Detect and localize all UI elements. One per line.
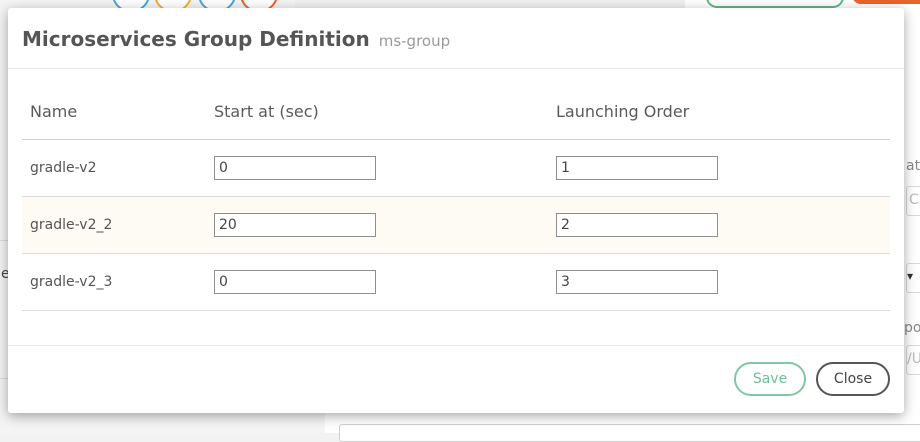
background-dropdown[interactable]: ▾ (906, 263, 920, 293)
column-header-start-at: Start at (sec) (214, 102, 319, 121)
background-user-field[interactable]: /Us (906, 345, 920, 375)
microservice-name: gradle-v2 (30, 160, 97, 176)
chevron-down-icon: ▾ (907, 269, 914, 283)
table-row: gradle-v2 (22, 140, 890, 197)
launching-order-input[interactable] (556, 213, 718, 237)
microservices-group-dialog: Microservices Group Definition ms-group … (8, 8, 904, 413)
column-header-launching-order: Launching Order (556, 102, 690, 121)
microservice-name: gradle-v2_3 (30, 274, 113, 290)
table-row: gradle-v2_2 (22, 197, 890, 254)
table-header: Name Start at (sec) Launching Order (22, 82, 890, 140)
background-label-at: at (906, 158, 920, 174)
background-path-field[interactable]: C:\ (906, 186, 920, 216)
start-at-input[interactable] (214, 213, 376, 237)
background-orange-button[interactable] (852, 0, 920, 4)
dialog-title-wrap: Microservices Group Definition ms-group (22, 27, 450, 51)
save-button[interactable]: Save (734, 362, 806, 396)
start-at-input[interactable] (214, 270, 376, 294)
launching-order-input[interactable] (556, 270, 718, 294)
column-header-name: Name (30, 102, 78, 121)
launching-order-input[interactable] (556, 156, 718, 180)
microservice-name: gradle-v2_2 (30, 217, 113, 233)
background-green-button[interactable] (706, 0, 844, 8)
background-label-po: po (904, 320, 920, 336)
dialog-title: Microservices Group Definition (22, 27, 370, 51)
start-at-input[interactable] (214, 156, 376, 180)
table-row: gradle-v2_3 (22, 254, 890, 311)
dialog-subtitle: ms-group (378, 32, 451, 50)
dialog-header: Microservices Group Definition ms-group (8, 8, 904, 69)
group-table: Name Start at (sec) Launching Order grad… (22, 82, 890, 311)
background-path-text: C:\ (909, 192, 920, 208)
dialog-footer: Save Close (8, 345, 904, 413)
background-user-text: /Us (907, 351, 920, 367)
background-bottom-input[interactable] (339, 424, 920, 442)
close-button[interactable]: Close (816, 362, 890, 396)
